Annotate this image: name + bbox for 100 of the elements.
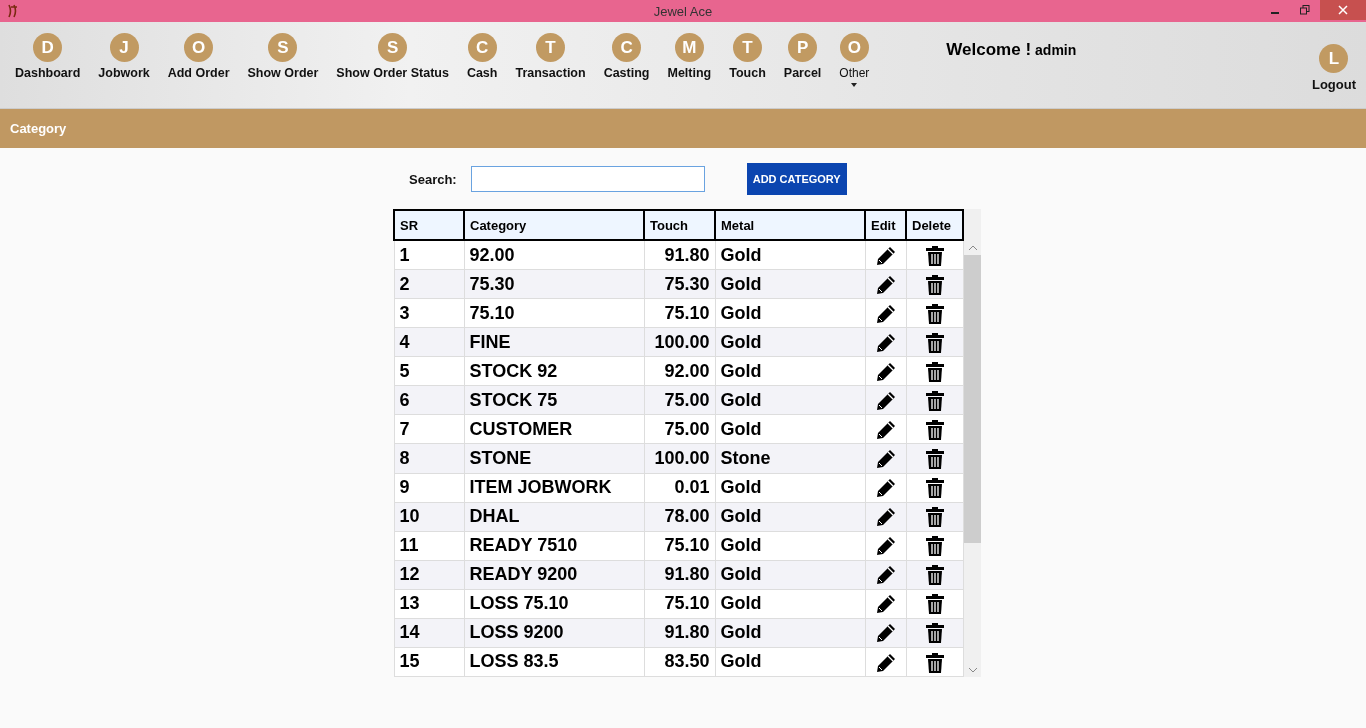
table-cell: Gold [715, 298, 865, 328]
edit-icon[interactable] [875, 507, 896, 528]
table-cell: 9 [394, 473, 464, 503]
nav-item[interactable]: T Transaction [506, 33, 595, 87]
nav-item[interactable]: C Cash [457, 33, 507, 87]
edit-icon[interactable] [875, 361, 896, 382]
nav-item[interactable]: T Touch [720, 33, 775, 87]
table-cell: LOSS 83.5 [464, 647, 644, 677]
vertical-scrollbar[interactable] [964, 209, 981, 677]
edit-icon[interactable] [875, 565, 896, 586]
table-cell: 100.00 [644, 443, 715, 473]
delete-trash-icon[interactable] [925, 623, 944, 644]
nav-item[interactable]: S Show Order [238, 33, 328, 87]
table-cell: 6 [394, 385, 464, 415]
letter-circle-icon: J [109, 33, 139, 62]
welcome-text: Welcome ! [946, 40, 1032, 59]
logout-label: Logout [1311, 77, 1356, 92]
delete-trash-icon[interactable] [925, 245, 944, 266]
app-logo-icon [6, 3, 20, 19]
nav-item[interactable]: C Casting [594, 33, 659, 87]
restore-icon [1300, 5, 1310, 15]
table-cell: 10 [394, 502, 464, 532]
edit-icon[interactable] [875, 420, 896, 441]
edit-icon[interactable] [875, 245, 896, 266]
edit-icon[interactable] [875, 449, 896, 470]
column-header: Delete [906, 210, 963, 240]
delete-trash-icon[interactable] [925, 449, 944, 470]
nav-item[interactable]: P Parcel [774, 33, 831, 87]
table-cell: Gold [715, 414, 865, 444]
letter-circle-icon: M [674, 33, 704, 62]
table-cell: 78.00 [644, 502, 715, 532]
nav-label: Parcel [783, 66, 822, 80]
nav-label: Casting [603, 66, 650, 80]
delete-trash-icon[interactable] [925, 507, 944, 528]
delete-trash-icon[interactable] [925, 565, 944, 586]
delete-trash-icon[interactable] [925, 274, 944, 295]
delete-trash-icon[interactable] [925, 478, 944, 499]
table-cell: 5 [394, 356, 464, 386]
edit-icon[interactable] [875, 478, 896, 499]
delete-trash-icon[interactable] [925, 420, 944, 441]
table-cell: STONE [464, 443, 644, 473]
table-cell: Gold [715, 240, 865, 270]
nav-item[interactable]: S Show Order Status [327, 33, 458, 87]
table-cell: 91.80 [644, 560, 715, 590]
table-cell: READY 7510 [464, 531, 644, 561]
delete-trash-icon[interactable] [925, 594, 944, 615]
caret-icon [851, 83, 858, 87]
column-header: Metal [715, 210, 865, 240]
nav-item[interactable]: D Dashboard [6, 33, 90, 87]
table-cell: Gold [715, 647, 865, 677]
table-cell: 14 [394, 618, 464, 648]
nav-item[interactable]: O Other [830, 33, 879, 87]
delete-trash-icon[interactable] [925, 361, 944, 382]
table-cell: ITEM JOBWORK [464, 473, 644, 503]
table-cell: 92.00 [644, 356, 715, 386]
edit-icon[interactable] [875, 623, 896, 644]
letter-circle-icon: S [378, 33, 408, 62]
edit-icon[interactable] [875, 390, 896, 411]
table-cell: 75.30 [464, 269, 644, 299]
table-cell: 91.80 [644, 618, 715, 648]
nav-label: Dashboard [15, 66, 81, 80]
table-cell: STOCK 92 [464, 356, 644, 386]
edit-icon[interactable] [875, 594, 896, 615]
delete-trash-icon[interactable] [925, 332, 944, 353]
nav-item[interactable]: M Melting [658, 33, 721, 87]
table-cell: 7 [394, 414, 464, 444]
table-cell: READY 9200 [464, 560, 644, 590]
nav-label: Add Order [167, 66, 230, 80]
nav-item[interactable]: O Add Order [158, 33, 239, 87]
edit-icon[interactable] [875, 536, 896, 557]
column-header: Edit [865, 210, 906, 240]
delete-trash-icon[interactable] [925, 536, 944, 557]
delete-trash-icon[interactable] [925, 390, 944, 411]
table-cell: 75.10 [464, 298, 644, 328]
nav-label: Show Order [247, 66, 319, 80]
table-cell: STOCK 75 [464, 385, 644, 415]
nav-item[interactable]: J Jobwork [89, 33, 159, 87]
edit-icon[interactable] [875, 332, 896, 353]
search-label: Search: [409, 171, 457, 187]
table-cell: 0.01 [644, 473, 715, 503]
nav-label: Jobwork [98, 66, 150, 80]
search-field[interactable] [470, 166, 705, 192]
edit-icon[interactable] [875, 652, 896, 673]
window-title: Jewel Ace [653, 3, 713, 19]
table-cell: 11 [394, 531, 464, 561]
delete-trash-icon[interactable] [925, 303, 944, 324]
table-cell: 92.00 [464, 240, 644, 270]
nav-label: Other [839, 66, 870, 80]
table-cell: LOSS 9200 [464, 618, 644, 648]
table-cell: LOSS 75.10 [464, 589, 644, 619]
table-cell: 15 [394, 647, 464, 677]
table-cell: 2 [394, 269, 464, 299]
logout-link[interactable]: L Logout [1302, 44, 1366, 92]
table-cell: DHAL [464, 502, 644, 532]
edit-icon[interactable] [875, 274, 896, 295]
letter-circle-icon: D [33, 33, 63, 62]
letter-circle-icon: O [839, 33, 869, 62]
edit-icon[interactable] [875, 303, 896, 324]
add-category-button[interactable]: ADD CATEGORY [746, 163, 847, 195]
delete-trash-icon[interactable] [925, 652, 944, 673]
